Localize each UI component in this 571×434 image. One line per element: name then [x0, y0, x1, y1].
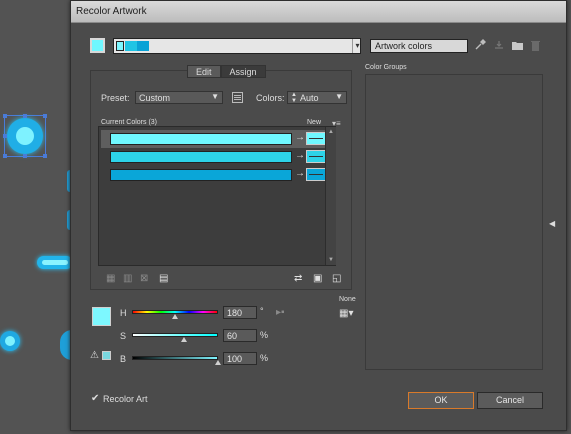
ok-button[interactable]: OK	[408, 392, 474, 409]
collapse-panel-icon[interactable]: ◀	[549, 219, 555, 228]
new-row-icon[interactable]: ▤	[159, 273, 168, 284]
selection-handle[interactable]	[23, 114, 27, 118]
color-harmony-bar[interactable]	[113, 38, 361, 54]
color-row[interactable]: →	[101, 148, 326, 166]
selected-artwork-circle[interactable]	[3, 114, 47, 158]
harmony-color	[116, 41, 124, 51]
brightness-slider-track[interactable]	[132, 356, 218, 360]
artwork-name-field[interactable]: Artwork colors	[370, 39, 468, 53]
saturation-value-field[interactable]: 60	[223, 329, 257, 342]
preset-dropdown[interactable]: Custom ▼	[135, 91, 223, 104]
selection-handle[interactable]	[23, 154, 27, 158]
randomly-change-order-icon[interactable]: ⇄	[294, 273, 302, 284]
selection-handle[interactable]	[43, 154, 47, 158]
color-library-icon[interactable]	[232, 92, 243, 105]
colors-count-value: Auto	[300, 93, 319, 103]
selection-handle[interactable]	[3, 134, 7, 138]
recolor-art-checkbox[interactable]: ✔	[91, 393, 99, 404]
artwork-pill[interactable]	[37, 256, 73, 269]
brightness-slider-thumb[interactable]	[215, 360, 221, 365]
gamut-swatch[interactable]	[102, 351, 111, 360]
artwork-small-dot[interactable]	[0, 331, 20, 351]
cancel-button[interactable]: Cancel	[477, 392, 543, 409]
saturation-label: S	[120, 331, 127, 341]
recolor-artwork-dialog: Recolor Artwork ▾ Artwork colors Edit As…	[70, 0, 567, 431]
new-color-swatch[interactable]	[306, 132, 326, 145]
exclude-colors-icon[interactable]: ⊠	[140, 273, 148, 284]
current-colors-label: Current Colors (3)	[101, 119, 158, 126]
harmony-color	[125, 41, 137, 51]
arrow-right-icon[interactable]: →	[295, 168, 305, 179]
color-groups-panel[interactable]	[365, 74, 543, 370]
stepper-arrows-icon[interactable]: ▲ ▼	[291, 92, 297, 104]
chevron-down-icon: ▼	[211, 92, 219, 101]
new-label: New	[307, 119, 322, 126]
new-color-swatch[interactable]	[306, 150, 326, 163]
hue-value-field[interactable]: 180	[223, 306, 257, 319]
brightness-unit: %	[260, 353, 269, 363]
current-color-bar[interactable]	[110, 169, 292, 181]
chevron-down-icon: ▼	[335, 92, 343, 101]
current-colors-list: → → → ▲ ▼	[98, 126, 336, 266]
save-group-icon[interactable]	[494, 40, 504, 53]
tab-edit[interactable]: Edit	[187, 65, 221, 78]
active-color-swatch[interactable]	[90, 38, 105, 53]
hue-unit: °	[260, 306, 264, 316]
new-color-swatch[interactable]	[306, 168, 326, 181]
colors-label: Colors:	[256, 93, 285, 103]
color-row[interactable]: →	[101, 130, 326, 148]
color-row[interactable]: →	[101, 166, 326, 184]
hue-label: H	[120, 308, 127, 318]
saturation-slider-track[interactable]	[132, 333, 218, 337]
brightness-value-field[interactable]: 100	[223, 352, 257, 365]
separate-colors-icon[interactable]: ▥	[123, 273, 132, 284]
eyedropper-icon[interactable]	[475, 39, 486, 53]
dialog-title: Recolor Artwork	[71, 1, 566, 23]
color-mode-menu-icon[interactable]: ▦▾	[339, 308, 353, 319]
selection-handle[interactable]	[3, 154, 7, 158]
selected-color-swatch[interactable]	[92, 307, 111, 326]
current-color-bar[interactable]	[110, 151, 292, 163]
saturation-slider-thumb[interactable]	[180, 337, 187, 342]
merge-colors-icon[interactable]: ▦	[106, 273, 115, 284]
randomly-change-saturation-icon[interactable]: ▣	[313, 273, 322, 284]
warning-icon[interactable]: ⚠	[90, 350, 99, 361]
scroll-down-icon[interactable]: ▼	[326, 257, 336, 263]
preset-label: Preset:	[101, 93, 130, 103]
folder-icon[interactable]	[512, 41, 523, 53]
color-groups-label: Color Groups	[365, 64, 407, 71]
preset-value: Custom	[139, 93, 171, 103]
artwork-inner-dot	[16, 127, 34, 145]
arrow-right-icon[interactable]: →	[295, 150, 305, 161]
scroll-up-icon[interactable]: ▲	[326, 129, 336, 135]
none-label: None	[339, 296, 356, 303]
trash-icon[interactable]	[531, 40, 540, 54]
current-color-bar[interactable]	[110, 133, 292, 145]
colors-count-dropdown[interactable]: ▲ ▼ Auto ▼	[287, 91, 347, 104]
harmony-dropdown-arrow[interactable]: ▾	[352, 39, 362, 53]
saturation-unit: %	[260, 330, 269, 340]
colors-list-scrollbar[interactable]: ▲ ▼	[325, 127, 336, 265]
recolor-art-label[interactable]: Recolor Art	[103, 394, 148, 404]
harmony-color	[137, 41, 149, 51]
find-color-icon[interactable]: ◱	[332, 273, 341, 284]
brightness-label: B	[120, 354, 127, 364]
tab-assign[interactable]: Assign	[220, 65, 266, 78]
slider-options-icon[interactable]: ▸▪	[276, 307, 285, 318]
arrow-right-icon[interactable]: →	[295, 132, 305, 143]
mode-tabs: Edit Assign	[187, 65, 266, 78]
selection-handle[interactable]	[3, 114, 7, 118]
hue-slider-thumb[interactable]	[172, 314, 178, 319]
selection-handle[interactable]	[43, 114, 47, 118]
